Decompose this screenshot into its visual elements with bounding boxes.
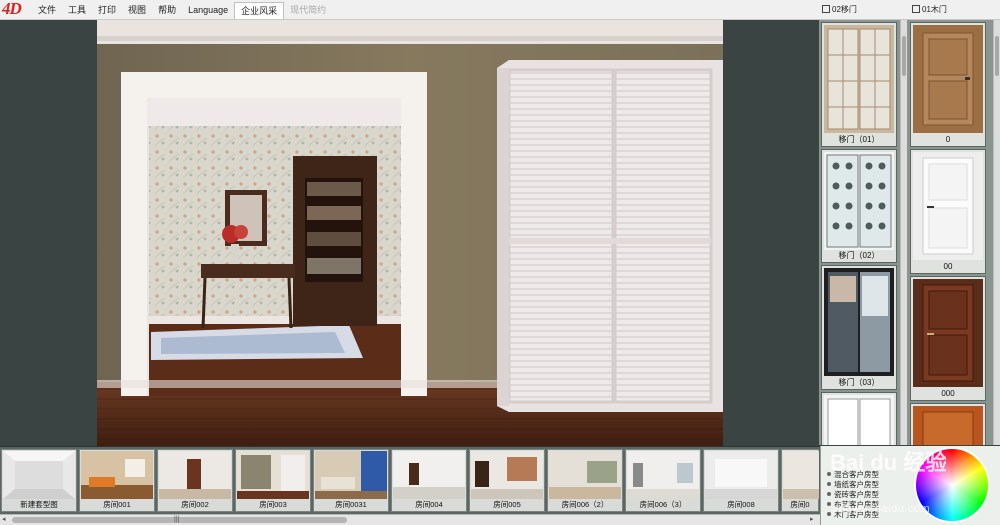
panel-tab-label: 01木门 [922, 5, 947, 14]
room-thumbnail[interactable]: 房间004 [391, 449, 467, 512]
menu-company-style[interactable]: 企业风采 [234, 1, 285, 19]
menu-modern-simple[interactable]: 现代简约 [284, 2, 332, 19]
bullet-icon [827, 492, 831, 496]
room-thumbnail[interactable]: 房间003 [235, 449, 311, 512]
grip-icon: ||| [174, 516, 180, 523]
scrollbar-thumb[interactable] [902, 36, 906, 76]
room-preview-image [393, 451, 465, 499]
room-caption: 房间004 [415, 500, 443, 509]
menu-view[interactable]: 视图 [122, 2, 152, 19]
style-item[interactable]: 瓷砖客户房型 [827, 490, 923, 500]
room-thumbnail[interactable]: 房间001 [79, 449, 155, 512]
wood-door-thumbnail [913, 152, 983, 260]
room-caption: 新建套型图 [20, 500, 58, 509]
room-caption: 房间0031 [335, 500, 367, 509]
menu-tools[interactable]: 工具 [62, 2, 92, 19]
product-caption: 移门（02） [822, 250, 896, 262]
catalog-scrollbar[interactable] [993, 20, 1000, 445]
left-gutter [0, 20, 97, 446]
room-preview-image [705, 451, 777, 499]
room-filmstrip: 新建套型图 房间001 房间002 房间003 房间0031 房间004 房间0… [0, 446, 820, 514]
room-preview-image [81, 451, 153, 499]
right-gutter [723, 20, 819, 446]
room-preview-image [3, 451, 75, 499]
app-logo: 4D [2, 0, 22, 18]
menu-language[interactable]: Language [182, 2, 234, 19]
bullet-icon [827, 482, 831, 486]
room-render-image [97, 20, 723, 446]
room-caption: 房间003 [259, 500, 287, 509]
sliding-door-thumbnail [824, 268, 894, 376]
menu-file[interactable]: 文件 [32, 2, 62, 19]
room-thumbnail[interactable]: 新建套型图 [1, 449, 77, 512]
room-preview-image [783, 451, 819, 499]
scrollbar-thumb[interactable] [995, 36, 999, 76]
product-card[interactable]: 0 [910, 22, 986, 147]
room-thumbnail[interactable]: 房间006（3） [625, 449, 701, 512]
product-caption: 移门（01） [822, 134, 896, 146]
product-card[interactable]: 移门（03） [821, 265, 897, 390]
sliding-door-catalog: 移门（01） 移门（02） 移门（03） [819, 20, 909, 445]
app-window: 4D 文件 工具 打印 视图 帮助 Language 企业风采 现代简约 02移… [0, 0, 1000, 525]
room-preview-image [627, 451, 699, 499]
wood-door-catalog: 0 00 000 [909, 20, 1000, 445]
room-thumbnail[interactable]: 房间0031 [313, 449, 389, 512]
product-caption: 0 [911, 134, 985, 146]
product-caption: 00 [911, 261, 985, 273]
room-caption: 房间006（2） [561, 500, 609, 509]
room-thumbnail[interactable]: 房间005 [469, 449, 545, 512]
scroll-right-icon[interactable]: ▸ [810, 515, 814, 525]
product-caption: 000 [911, 388, 985, 400]
product-card[interactable]: 移门（02） [821, 149, 897, 263]
bullet-icon [827, 502, 831, 506]
room-preview-image [237, 451, 309, 499]
bullet-icon [827, 512, 831, 516]
style-item[interactable]: 墙纸客户房型 [827, 480, 923, 490]
scroll-left-icon[interactable]: ◂ [2, 515, 6, 525]
product-card[interactable]: 00 [910, 149, 986, 274]
wood-door-thumbnail [913, 406, 983, 445]
catalog-scrollbar[interactable] [900, 20, 907, 445]
room-thumbnail[interactable]: 房间008 [703, 449, 779, 512]
room-preview-image [471, 451, 543, 499]
room-caption: 房间005 [493, 500, 521, 509]
product-card[interactable] [821, 392, 897, 445]
room-caption: 房间0 [790, 500, 810, 509]
room-thumbnail[interactable]: 房间002 [157, 449, 233, 512]
menu-help[interactable]: 帮助 [152, 2, 182, 19]
room-caption: 房间006（3） [639, 500, 687, 509]
menu-bar: 4D 文件 工具 打印 视图 帮助 Language 企业风采 现代简约 02移… [0, 0, 1000, 20]
sliding-door-thumbnail [824, 395, 894, 445]
room-caption: 房间008 [727, 500, 755, 509]
room-caption: 房间002 [181, 500, 209, 509]
room-preview-image [159, 451, 231, 499]
product-card[interactable] [910, 403, 986, 445]
scrollbar-thumb[interactable] [12, 517, 347, 523]
sliding-door-thumbnail [824, 25, 894, 133]
panel-tab-sliding-doors[interactable]: 02移门 [822, 2, 857, 18]
room-thumbnail[interactable]: 房间006（2） [547, 449, 623, 512]
wood-door-thumbnail [913, 25, 983, 133]
folder-icon [912, 5, 920, 13]
filmstrip-scrollbar[interactable]: ◂ ||| ▸ [0, 514, 820, 525]
sliding-door-thumbnail [824, 152, 894, 250]
main-menu: 文件 工具 打印 视图 帮助 Language 企业风采 现代简约 [32, 0, 332, 20]
product-card[interactable]: 000 [910, 276, 986, 401]
product-caption: 移门（03） [822, 377, 896, 389]
style-item[interactable]: 混合客户房型 [827, 470, 923, 480]
panel-tab-label: 02移门 [832, 5, 857, 14]
room-caption: 房间001 [103, 500, 131, 509]
menu-print[interactable]: 打印 [92, 2, 122, 19]
room-thumbnail[interactable]: 房间0 [781, 449, 819, 512]
watermark-text: jingyan.baidu.com [833, 503, 931, 515]
room-preview-image [315, 451, 387, 499]
panel-tab-wood-doors[interactable]: 01木门 [912, 2, 947, 18]
bullet-icon [827, 472, 831, 476]
folder-icon [822, 5, 830, 13]
wood-door-thumbnail [913, 279, 983, 387]
product-card[interactable]: 移门（01） [821, 22, 897, 147]
room-preview-image [549, 451, 621, 499]
room-render-viewport[interactable] [97, 20, 723, 446]
